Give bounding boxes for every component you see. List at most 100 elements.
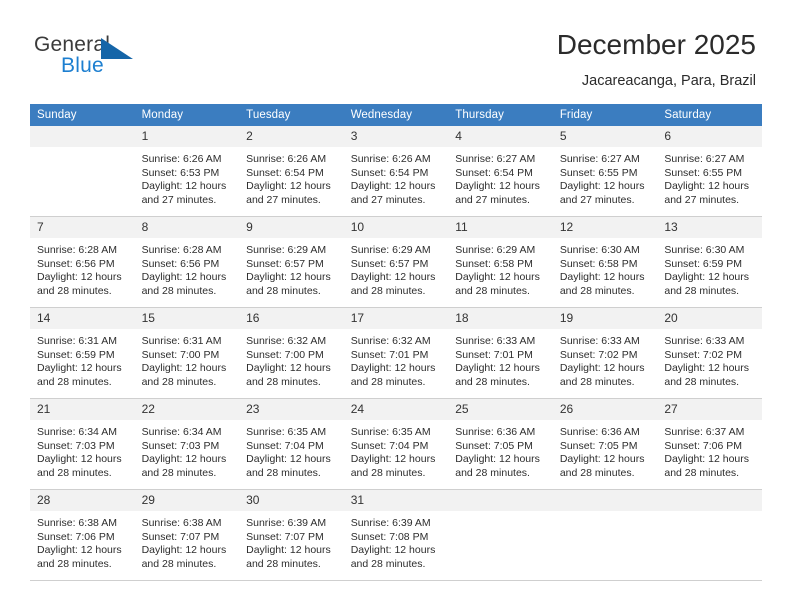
calendar-cell-day[interactable]: 23 Sunrise: 6:35 AM Sunset: 7:04 PM Dayligh… [239, 398, 344, 490]
calendar-cell-day[interactable]: 2 Sunrise: 6:26 AM Sunset: 6:54 PM Daylight… [239, 126, 344, 217]
page-title: December 2025 [556, 29, 756, 60]
day-sun-info: Sunrise: 6:26 AM Sunset: 6:54 PM Daylight:… [344, 147, 449, 207]
calendar-week-row: 14 Sunrise: 6:31 AM Sunset: 6:59 PM Dayligh… [30, 307, 762, 399]
sunrise-text: Sunrise: 6:32 AM [246, 335, 327, 347]
calendar-cell-day[interactable]: 5 Sunrise: 6:27 AM Sunset: 6:55 PM Daylight… [552, 126, 658, 217]
day-sun-info: Sunrise: 6:36 AM Sunset: 7:05 PM Daylight:… [448, 420, 553, 480]
calendar-cell-day[interactable]: 24 Sunrise: 6:35 AM Sunset: 7:04 PM Dayligh… [343, 398, 449, 490]
day-sun-info: Sunrise: 6:29 AM Sunset: 6:57 PM Daylight:… [239, 238, 344, 298]
calendar-cell-day[interactable]: 30 Sunrise: 6:39 AM Sunset: 7:07 PM Dayligh… [239, 489, 344, 581]
sunrise-text: Sunrise: 6:30 AM [664, 244, 745, 256]
calendar-cell-day[interactable]: 12 Sunrise: 6:30 AM Sunset: 6:58 PM Dayligh… [552, 216, 658, 308]
daylight-text: Daylight: 12 hours and 28 minutes. [37, 362, 122, 388]
day-number: 4 [448, 126, 553, 147]
calendar-cell-day[interactable]: 7 Sunrise: 6:28 AM Sunset: 6:56 PM Daylight… [30, 216, 135, 308]
calendar-cell-day[interactable]: 8 Sunrise: 6:28 AM Sunset: 6:56 PM Daylight… [134, 216, 240, 308]
calendar-cell-inner: 25 Sunrise: 6:36 AM Sunset: 7:05 PM Dayligh… [448, 399, 553, 489]
calendar-cell-inner: 26 Sunrise: 6:36 AM Sunset: 7:05 PM Dayligh… [552, 399, 658, 489]
calendar-cell-day[interactable]: 20 Sunrise: 6:33 AM Sunset: 7:02 PM Dayligh… [657, 307, 762, 399]
calendar-cell-day[interactable]: 31 Sunrise: 6:39 AM Sunset: 7:08 PM Dayligh… [343, 489, 449, 581]
calendar-cell-day[interactable]: 13 Sunrise: 6:30 AM Sunset: 6:59 PM Dayligh… [657, 216, 762, 308]
calendar-cell-inner: 18 Sunrise: 6:33 AM Sunset: 7:01 PM Dayligh… [448, 308, 553, 398]
day-sun-info: Sunrise: 6:26 AM Sunset: 6:54 PM Daylight:… [239, 147, 344, 207]
title-block: December 2025 Jacareacanga, Para, Brazil [557, 28, 756, 91]
sunrise-text: Sunrise: 6:34 AM [37, 426, 117, 438]
daylight-text: Daylight: 12 hours and 28 minutes. [350, 271, 436, 297]
calendar-cell-day[interactable]: 9 Sunrise: 6:29 AM Sunset: 6:57 PM Daylight… [239, 216, 344, 308]
calendar-cell-day[interactable]: 14 Sunrise: 6:31 AM Sunset: 6:59 PM Dayligh… [30, 307, 135, 399]
calendar-cell-inner: 27 Sunrise: 6:37 AM Sunset: 7:06 PM Dayligh… [657, 399, 762, 489]
calendar-cell-day[interactable]: 15 Sunrise: 6:31 AM Sunset: 7:00 PM Dayligh… [134, 307, 240, 399]
day-number: 19 [552, 308, 658, 329]
daylight-text: Daylight: 12 hours and 28 minutes. [141, 362, 227, 388]
calendar-cell-inner: 19 Sunrise: 6:33 AM Sunset: 7:02 PM Dayligh… [552, 308, 658, 398]
calendar-cell-day[interactable]: 11 Sunrise: 6:29 AM Sunset: 6:58 PM Dayligh… [448, 216, 553, 308]
day-sun-info: Sunrise: 6:27 AM Sunset: 6:55 PM Daylight:… [657, 147, 762, 207]
sunset-text: Sunset: 7:04 PM [246, 439, 324, 452]
sunrise-text: Sunrise: 6:34 AM [141, 426, 222, 438]
calendar-cell-day[interactable]: 22 Sunrise: 6:34 AM Sunset: 7:03 PM Dayligh… [134, 398, 240, 490]
sunset-text: Sunset: 7:06 PM [37, 530, 115, 543]
calendar-cell-day[interactable]: 29 Sunrise: 6:38 AM Sunset: 7:07 PM Dayligh… [134, 489, 240, 581]
sunrise-text: Sunrise: 6:28 AM [141, 244, 222, 256]
day-number: 9 [239, 217, 344, 238]
calendar-cell-day[interactable]: 3 Sunrise: 6:26 AM Sunset: 6:54 PM Daylight… [343, 126, 449, 217]
calendar-cell-day[interactable]: 10 Sunrise: 6:29 AM Sunset: 6:57 PM Dayligh… [343, 216, 449, 308]
calendar-cell-day[interactable]: 1 Sunrise: 6:26 AM Sunset: 6:53 PM Daylight… [134, 126, 240, 217]
calendar-cell-day[interactable]: 21 Sunrise: 6:34 AM Sunset: 7:03 PM Dayligh… [30, 398, 135, 490]
sunrise-text: Sunrise: 6:27 AM [664, 153, 745, 165]
day-number: 30 [239, 490, 344, 511]
calendar-cell-inner: 17 Sunrise: 6:32 AM Sunset: 7:01 PM Dayligh… [343, 308, 449, 398]
calendar-cell-day[interactable]: 17 Sunrise: 6:32 AM Sunset: 7:01 PM Dayligh… [343, 307, 449, 399]
calendar-cell-day[interactable]: 26 Sunrise: 6:36 AM Sunset: 7:05 PM Dayligh… [552, 398, 658, 490]
day-sun-info: Sunrise: 6:38 AM Sunset: 7:07 PM Daylight:… [135, 511, 240, 571]
calendar-cell-day[interactable]: 16 Sunrise: 6:32 AM Sunset: 7:00 PM Dayligh… [239, 307, 344, 399]
sunset-text: Sunset: 7:03 PM [37, 439, 115, 452]
day-sun-info: Sunrise: 6:31 AM Sunset: 7:00 PM Daylight:… [135, 329, 240, 389]
day-number: 15 [134, 308, 240, 329]
calendar-header-row: Sunday Monday Tuesday Wednesday Thursday Frid… [30, 104, 762, 126]
calendar-cell-day[interactable]: 28 Sunrise: 6:38 AM Sunset: 7:06 PM Dayligh… [30, 489, 135, 581]
day-number: 5 [552, 126, 658, 147]
day-number: 8 [134, 217, 240, 238]
calendar-cell-inner: 30 Sunrise: 6:39 AM Sunset: 7:07 PM Dayligh… [239, 490, 344, 580]
sunset-text: Sunset: 7:04 PM [350, 439, 429, 452]
calendar-cell-inner: 9 Sunrise: 6:29 AM Sunset: 6:57 PM Daylight… [239, 217, 344, 307]
day-sun-info: Sunrise: 6:29 AM Sunset: 6:57 PM Daylight:… [344, 238, 449, 298]
daylight-text: Daylight: 12 hours and 27 minutes. [141, 180, 227, 206]
calendar-cell-inner: 8 Sunrise: 6:28 AM Sunset: 6:56 PM Daylight… [134, 217, 240, 307]
calendar-cell-day[interactable]: 18 Sunrise: 6:33 AM Sunset: 7:01 PM Dayligh… [448, 307, 553, 399]
sunrise-text: Sunrise: 6:38 AM [37, 517, 117, 529]
day-sun-info: Sunrise: 6:30 AM Sunset: 6:59 PM Daylight:… [657, 238, 762, 298]
general-blue-logo[interactable]: General Blue [34, 33, 194, 85]
daylight-text: Daylight: 12 hours and 28 minutes. [37, 453, 122, 479]
daylight-text: Daylight: 12 hours and 28 minutes. [350, 453, 436, 479]
sunset-text: Sunset: 7:02 PM [664, 348, 743, 361]
day-number: 29 [134, 490, 240, 511]
day-sun-info: Sunrise: 6:27 AM Sunset: 6:55 PM Daylight:… [553, 147, 658, 207]
calendar-cell-day[interactable]: 19 Sunrise: 6:33 AM Sunset: 7:02 PM Dayligh… [552, 307, 658, 399]
day-number: 11 [448, 217, 553, 238]
daylight-text: Daylight: 12 hours and 28 minutes. [350, 362, 436, 388]
calendar-cell-day[interactable]: 4 Sunrise: 6:27 AM Sunset: 6:54 PM Daylight… [448, 126, 553, 217]
day-sun-info: Sunrise: 6:34 AM Sunset: 7:03 PM Daylight:… [30, 420, 135, 480]
calendar-cell-day[interactable]: 27 Sunrise: 6:37 AM Sunset: 7:06 PM Dayligh… [657, 398, 762, 490]
sunset-text: Sunset: 6:56 PM [141, 257, 220, 270]
day-number: 6 [657, 126, 762, 147]
sunrise-text: Sunrise: 6:33 AM [559, 335, 640, 347]
calendar-cell-empty [657, 489, 762, 581]
day-sun-info: Sunrise: 6:27 AM Sunset: 6:54 PM Daylight:… [448, 147, 553, 207]
sunset-text: Sunset: 6:54 PM [246, 166, 324, 179]
day-sun-info: Sunrise: 6:32 AM Sunset: 7:00 PM Daylight:… [239, 329, 344, 389]
calendar-cell-day[interactable]: 6 Sunrise: 6:27 AM Sunset: 6:55 PM Daylight… [657, 126, 762, 217]
daylight-text: Daylight: 12 hours and 27 minutes. [246, 180, 331, 206]
day-sun-info: Sunrise: 6:33 AM Sunset: 7:02 PM Daylight:… [553, 329, 658, 389]
page-header: General Blue December 2025 Jacareacanga,… [0, 0, 792, 100]
weekday-header-friday: Friday [552, 104, 658, 126]
sunset-text: Sunset: 6:57 PM [246, 257, 324, 270]
calendar-cell-inner: 2 Sunrise: 6:26 AM Sunset: 6:54 PM Daylight… [239, 126, 344, 216]
calendar-cell-inner: 1 Sunrise: 6:26 AM Sunset: 6:53 PM Daylight… [134, 126, 240, 216]
calendar-cell-day[interactable]: 25 Sunrise: 6:36 AM Sunset: 7:05 PM Dayligh… [448, 398, 553, 490]
sunrise-text: Sunrise: 6:28 AM [37, 244, 117, 256]
sunset-text: Sunset: 7:00 PM [141, 348, 220, 361]
